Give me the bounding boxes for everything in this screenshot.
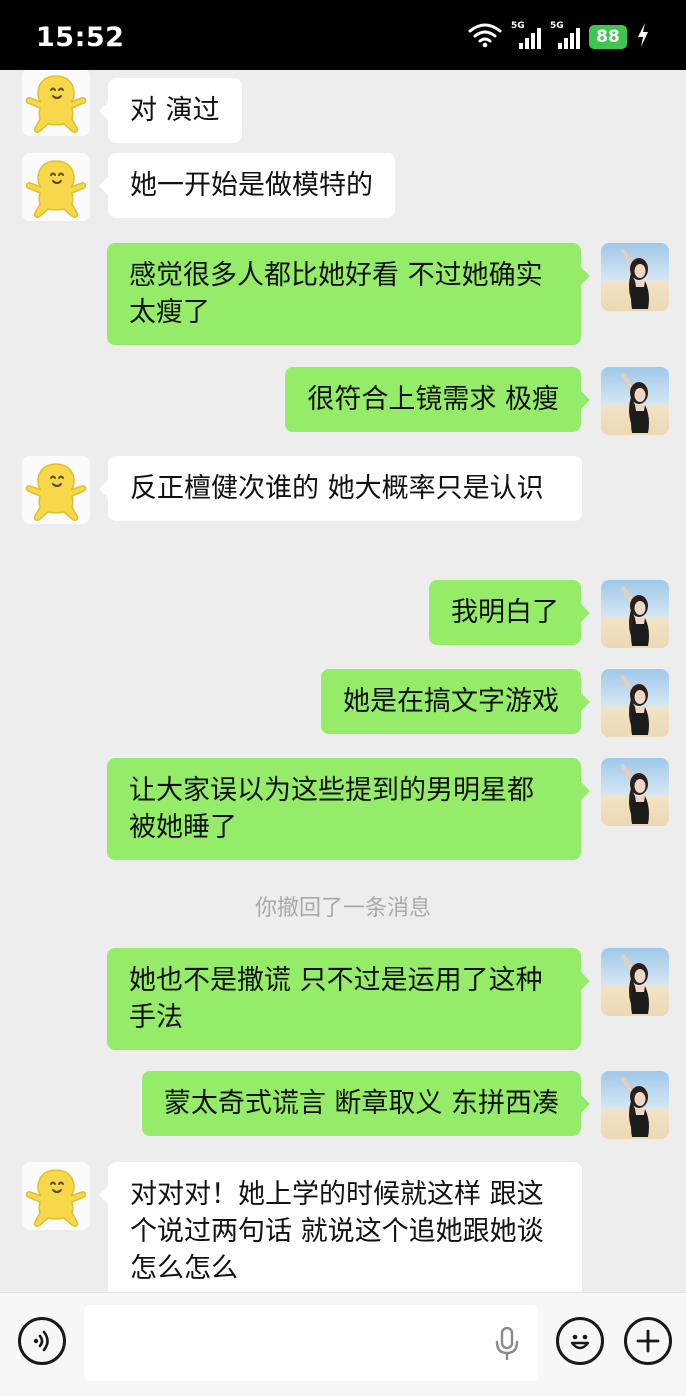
chat-input-bar xyxy=(0,1292,686,1396)
contact-avatar[interactable] xyxy=(22,153,90,221)
signal-icon: 5G xyxy=(550,21,580,50)
my-avatar[interactable] xyxy=(601,758,669,826)
outgoing-message-bubble[interactable]: 蒙太奇式谎言 断章取义 东拼西凑 xyxy=(141,1071,591,1136)
charging-icon xyxy=(636,22,650,52)
plus-icon[interactable] xyxy=(624,1317,672,1365)
status-bar: 15:52 5G 5G 88 xyxy=(0,0,686,70)
contact-avatar[interactable] xyxy=(22,1162,90,1230)
outgoing-message-bubble[interactable]: 感觉很多人都比她好看 不过她确实太瘦了 xyxy=(107,243,590,345)
wifi-icon xyxy=(468,22,502,52)
signal-icon: 5G xyxy=(511,21,541,50)
incoming-message-bubble[interactable]: 对 演过 xyxy=(99,78,242,143)
my-avatar[interactable] xyxy=(601,1071,669,1139)
incoming-message-bubble[interactable]: 反正檀健次谁的 她大概率只是认识 xyxy=(99,456,582,521)
outgoing-message-bubble[interactable]: 她是在搞文字游戏 xyxy=(321,669,590,734)
incoming-message-bubble[interactable]: 对对对！她上学的时候就这样 跟这个说过两句话 就说这个追她跟她谈怎么怎么 xyxy=(99,1162,582,1292)
my-avatar[interactable] xyxy=(601,948,669,1016)
outgoing-message-bubble[interactable]: 很符合上镜需求 极瘦 xyxy=(285,367,590,432)
battery-icon: 88 xyxy=(589,25,627,49)
my-avatar[interactable] xyxy=(601,669,669,737)
message-input[interactable] xyxy=(84,1305,538,1381)
my-avatar[interactable] xyxy=(601,580,669,648)
microphone-icon[interactable] xyxy=(494,1326,520,1365)
status-icons: 5G 5G 88 xyxy=(468,21,650,52)
my-avatar[interactable] xyxy=(601,367,669,435)
voice-icon[interactable] xyxy=(18,1317,66,1365)
outgoing-message-bubble[interactable]: 让大家误以为这些提到的男明星都被她睡了 xyxy=(107,758,590,860)
outgoing-message-bubble[interactable]: 我明白了 xyxy=(429,580,590,645)
status-time: 15:52 xyxy=(36,22,125,53)
my-avatar[interactable] xyxy=(601,243,669,311)
contact-avatar[interactable] xyxy=(22,456,90,524)
outgoing-message-bubble[interactable]: 她也不是撒谎 只不过是运用了这种手法 xyxy=(107,948,590,1050)
contact-avatar[interactable] xyxy=(22,70,90,136)
chat-message-list[interactable]: 对 演过 她一开始是做模特的 感觉很多人都比她好看 不过她确实太瘦了 很符合上镜… xyxy=(0,70,686,1292)
incoming-message-bubble[interactable]: 她一开始是做模特的 xyxy=(99,153,395,218)
recalled-message-notice: 你撤回了一条消息 xyxy=(254,896,431,921)
emoji-icon[interactable] xyxy=(556,1317,604,1365)
